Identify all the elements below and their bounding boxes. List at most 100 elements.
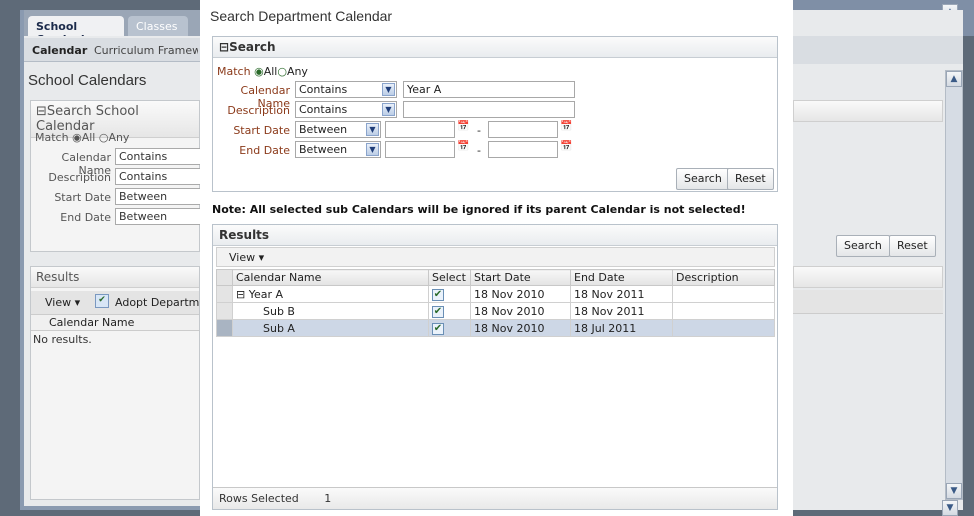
col-calendar-name[interactable]: Calendar Name bbox=[232, 269, 429, 286]
row-header-spacer bbox=[216, 269, 233, 286]
end-date-to-input[interactable] bbox=[488, 141, 558, 158]
radio-any-label: Any bbox=[108, 131, 130, 144]
dialog-title: Search Department Calendar bbox=[210, 8, 393, 24]
background-results-toolbar: View ▾ ✔ Adopt Departmen bbox=[31, 291, 213, 315]
radio-all[interactable]: ◉ bbox=[72, 131, 82, 144]
sub-tab-strip: Calendar Curriculum Framewo bbox=[24, 38, 200, 62]
start-date-operator[interactable]: Between ▼ bbox=[295, 121, 381, 138]
bg-start-date-op[interactable]: Between bbox=[115, 188, 205, 205]
bg-end-date-op[interactable]: Between bbox=[115, 208, 205, 225]
table-row-selected[interactable]: Sub A ✔ 18 Nov 2010 18 Jul 2011 bbox=[216, 319, 775, 337]
background-match-row: Match ◉All ○Any bbox=[35, 131, 129, 144]
search-button[interactable]: Search bbox=[676, 168, 730, 190]
background-results-header: Results bbox=[31, 267, 199, 288]
row-handle[interactable] bbox=[216, 302, 233, 320]
cell-end-date: 18 Nov 2011 bbox=[570, 302, 673, 320]
calendar-icon[interactable]: 📅 bbox=[560, 121, 576, 136]
cell-select: ✔ bbox=[428, 319, 471, 337]
calendar-icon[interactable]: 📅 bbox=[457, 121, 473, 136]
table-row[interactable]: Sub B ✔ 18 Nov 2010 18 Nov 2011 bbox=[216, 302, 775, 320]
bg-view-menu[interactable]: View ▾ bbox=[45, 296, 80, 309]
start-date-to-input[interactable] bbox=[488, 121, 558, 138]
window-expand-icon[interactable]: ▼ bbox=[942, 500, 958, 516]
collapse-node-icon[interactable]: ⊟ bbox=[236, 288, 245, 301]
tab-school-curricula[interactable]: School Curricula bbox=[28, 16, 124, 46]
operator-value: Between bbox=[299, 143, 348, 156]
description-input[interactable] bbox=[403, 101, 575, 118]
match-row: Match ◉All○Any bbox=[217, 65, 308, 78]
parent-selection-note: Note: All selected sub Calendars will be… bbox=[212, 203, 746, 216]
description-operator[interactable]: Contains ▼ bbox=[295, 101, 397, 118]
table-row[interactable]: ⊟ Year A ✔ 18 Nov 2010 18 Nov 2011 bbox=[216, 285, 775, 303]
calendar-name-input[interactable]: Year A bbox=[403, 81, 575, 98]
results-status-bar: Rows Selected 1 bbox=[213, 487, 777, 509]
chevron-down-icon: ▼ bbox=[366, 123, 379, 136]
scroll-down-icon[interactable]: ▼ bbox=[946, 483, 962, 499]
operator-value: Contains bbox=[299, 103, 348, 116]
select-checkbox[interactable]: ✔ bbox=[432, 289, 444, 301]
section-title: Search School Calendar bbox=[36, 104, 139, 134]
label-description: Description bbox=[227, 104, 290, 117]
cell-start-date: 18 Nov 2010 bbox=[470, 319, 571, 337]
bg-reset-button[interactable]: Reset bbox=[889, 235, 936, 257]
bg-adopt-button[interactable]: Adopt Departmen bbox=[115, 296, 213, 309]
range-dash: - bbox=[477, 124, 481, 137]
end-date-operator[interactable]: Between ▼ bbox=[295, 141, 381, 158]
radio-any[interactable]: ○ bbox=[277, 65, 287, 78]
operator-value: Contains bbox=[299, 83, 348, 96]
bg-description-op[interactable]: Contains bbox=[115, 168, 205, 185]
radio-all-label: All bbox=[263, 65, 278, 78]
chevron-down-icon: ▼ bbox=[366, 143, 379, 156]
cell-select: ✔ bbox=[428, 285, 471, 303]
row-handle[interactable] bbox=[216, 285, 233, 303]
match-label: Match bbox=[35, 131, 69, 144]
cell-end-date: 18 Jul 2011 bbox=[570, 319, 673, 337]
bg-search-button[interactable]: Search bbox=[836, 235, 890, 257]
vertical-scrollbar[interactable]: ▲ ▼ bbox=[945, 70, 963, 500]
col-end-date[interactable]: End Date bbox=[570, 269, 673, 286]
cell-description bbox=[672, 319, 775, 337]
cell-start-date: 18 Nov 2010 bbox=[470, 285, 571, 303]
calendar-icon[interactable]: 📅 bbox=[457, 141, 473, 156]
radio-any[interactable]: ○ bbox=[99, 131, 109, 144]
background-search-panel: ⊟Search School Calendar Match ◉All ○Any … bbox=[30, 100, 205, 252]
select-checkbox[interactable]: ✔ bbox=[432, 323, 444, 335]
view-menu[interactable]: View ▾ bbox=[229, 251, 264, 264]
chevron-down-icon: ▼ bbox=[382, 103, 395, 116]
start-date-from-input[interactable] bbox=[385, 121, 455, 138]
col-select[interactable]: Select bbox=[428, 269, 471, 286]
bg-calendar-name-op[interactable]: Contains bbox=[115, 148, 205, 165]
operator-value: Between bbox=[299, 123, 348, 136]
col-start-date[interactable]: Start Date bbox=[470, 269, 571, 286]
chevron-down-icon: ▼ bbox=[382, 83, 395, 96]
top-tab-strip: School Curricula Classes bbox=[24, 10, 200, 46]
right-background bbox=[793, 10, 963, 510]
search-panel-header: ⊟Search bbox=[213, 37, 777, 58]
radio-any-label: Any bbox=[286, 65, 308, 78]
cell-start-date: 18 Nov 2010 bbox=[470, 302, 571, 320]
select-checkbox[interactable]: ✔ bbox=[432, 306, 444, 318]
subtab-calendar[interactable]: Calendar bbox=[32, 44, 87, 57]
table-header-row: Calendar Name Select Start Date End Date… bbox=[216, 269, 775, 286]
reset-button[interactable]: Reset bbox=[727, 168, 774, 190]
collapse-icon[interactable]: ⊟ bbox=[36, 104, 47, 119]
calendar-icon[interactable]: 📅 bbox=[560, 141, 576, 156]
end-date-from-input[interactable] bbox=[385, 141, 455, 158]
calendar-name-text: Year A bbox=[248, 287, 284, 301]
cell-select: ✔ bbox=[428, 302, 471, 320]
scroll-up-icon[interactable]: ▲ bbox=[946, 71, 962, 87]
subtab-curriculum-framework[interactable]: Curriculum Framewo bbox=[94, 44, 198, 57]
results-panel: Results View ▾ Calendar Name Select Star… bbox=[212, 224, 778, 510]
results-header: Results bbox=[213, 225, 777, 246]
col-description[interactable]: Description bbox=[672, 269, 775, 286]
bg-col-calendar-name[interactable]: Calendar Name bbox=[31, 315, 199, 331]
tab-classes[interactable]: Classes bbox=[128, 16, 188, 36]
calendar-name-operator[interactable]: Contains ▼ bbox=[295, 81, 397, 98]
background-results-panel: Results View ▾ ✔ Adopt Departmen Calenda… bbox=[30, 266, 213, 500]
caret-down-icon: ▾ bbox=[258, 251, 265, 264]
collapse-icon[interactable]: ⊟ bbox=[219, 40, 229, 54]
adopt-icon: ✔ bbox=[95, 294, 109, 308]
radio-all[interactable]: ◉ bbox=[254, 65, 264, 78]
row-handle[interactable] bbox=[216, 319, 233, 337]
cell-calendar-name: ⊟ Year A bbox=[232, 285, 429, 303]
